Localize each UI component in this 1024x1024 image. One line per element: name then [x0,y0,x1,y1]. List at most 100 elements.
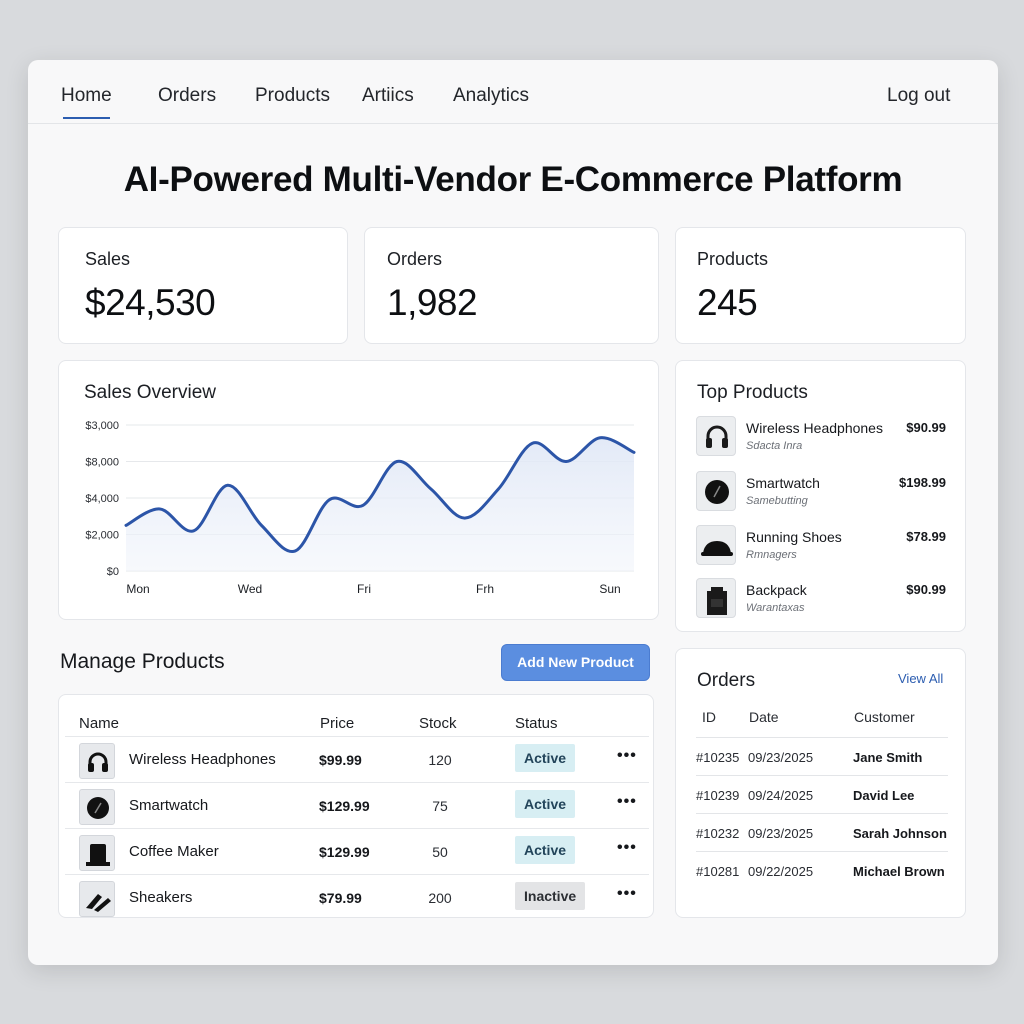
table-row[interactable]: Wireless Headphones $99.99 120 Active ••… [65,736,649,782]
more-options-icon[interactable]: ••• [617,747,637,765]
status-badge: Active [515,790,576,818]
order-date: 09/23/2025 [748,750,814,765]
x-axis: Mon Wed Fri Frh Sun [126,582,620,596]
more-options-icon[interactable]: ••• [617,839,637,857]
product-price: $129.99 [319,844,370,860]
y-tick-label: $4,000 [85,493,119,505]
column-header-name: Name [79,715,120,732]
order-customer: Jane Smith [853,750,923,765]
x-tick-label: Frh [476,582,494,596]
more-options-icon[interactable]: ••• [617,793,637,811]
order-customer: David Lee [853,788,915,803]
top-product-item[interactable]: Wireless Headphones Sdacta Inra $90.99 [696,416,946,460]
column-header-stock: Stock [419,715,457,732]
column-header-price: Price [320,715,355,732]
product-subtitle: Sdacta Inra [746,440,803,452]
product-name: Sheakers [129,889,193,906]
status-badge: Active [515,744,576,772]
sneaker-icon [79,881,115,917]
top-nav: Home Orders Products Artiics Analytics L… [28,60,998,124]
nav-analytics[interactable]: Analytics [453,85,529,107]
y-tick-label: $8,000 [85,457,119,469]
product-subtitle: Rmnagers [746,549,797,561]
y-tick-label: $3,000 [85,420,119,432]
nav-orders[interactable]: Orders [158,85,216,107]
table-row[interactable]: Sheakers $79.99 200 Inactive ••• [65,874,649,920]
order-date: 09/24/2025 [748,788,814,803]
table-row[interactable]: Coffee Maker $129.99 50 Active ••• [65,828,649,874]
x-tick-label: Wed [238,582,262,596]
watch-icon [696,471,736,511]
order-date: 09/22/2025 [748,864,814,879]
order-row[interactable]: #10235 09/23/2025 Jane Smith [696,737,948,775]
kpi-value: 245 [697,282,758,323]
y-tick-label: $2,000 [85,530,119,542]
product-subtitle: Samebutting [746,495,808,507]
column-header-status: Status [515,715,558,732]
order-date: 09/23/2025 [748,826,814,841]
order-row[interactable]: #10239 09/24/2025 David Lee [696,775,948,813]
top-product-item[interactable]: Backpack Warantaxas $90.99 [696,578,946,622]
column-header-id: ID [702,709,716,725]
kpi-label: Sales [85,249,131,269]
backpack-icon [696,578,736,618]
order-customer: Sarah Johnson [853,826,947,841]
table-row[interactable]: Smartwatch $129.99 75 Active ••• [65,782,649,828]
status-badge: Inactive [515,882,586,910]
top-products-title: Top Products [697,382,808,403]
nav-home[interactable]: Home [61,85,112,119]
status-badge: Active [515,836,576,864]
y-axis: $3,000 $8,000 $4,000 $2,000 $0 [85,420,119,578]
product-price: $78.99 [906,529,946,544]
order-id: #10281 [696,864,740,879]
more-options-icon[interactable]: ••• [617,885,637,903]
product-name: Smartwatch [129,797,209,814]
kpi-card-products: Products 245 [675,227,966,344]
product-price: $129.99 [319,798,370,814]
kpi-value: 1,982 [387,282,478,323]
product-subtitle: Warantaxas [746,602,805,614]
watch-icon [79,789,115,825]
headphones-icon [696,416,736,456]
x-tick-label: Mon [126,582,149,596]
orders-title: Orders [697,670,756,691]
add-new-product-button[interactable]: Add New Product [501,644,650,681]
column-header-customer: Customer [854,709,915,725]
order-id: #10235 [696,750,740,765]
y-tick-label: $0 [107,566,119,578]
headphones-icon [79,743,115,779]
nav-products[interactable]: Products [255,85,330,107]
coffee-maker-icon [79,835,115,871]
x-tick-label: Sun [599,582,620,596]
top-products-card: Top Products Wireless Headphones Sdacta … [675,360,966,632]
product-name: Backpack [746,582,807,598]
product-price: $90.99 [906,582,946,597]
order-row[interactable]: #10232 09/23/2025 Sarah Johnson [696,813,948,851]
product-name: Wireless Headphones [129,751,276,768]
orders-card: Orders View All ID Date Customer #10235 … [675,648,966,918]
logout-link[interactable]: Log out [887,85,950,107]
product-price: $99.99 [319,752,362,768]
page-title: AI-Powered Multi-Vendor E-Commerce Platf… [123,160,903,199]
product-stock: 200 [428,890,452,906]
kpi-card-orders: Orders 1,982 [364,227,659,344]
top-product-item[interactable]: Smartwatch Samebutting $198.99 [696,471,946,515]
column-header-date: Date [749,709,779,725]
product-name: Coffee Maker [129,843,219,860]
kpi-label: Orders [387,249,443,269]
kpi-card-sales: Sales $24,530 [58,227,348,344]
sales-chart: $3,000 $8,000 $4,000 $2,000 $0 Mon Wed Fri Frh S… [85,420,636,596]
products-table: Name Price Stock Status Wireless Headpho… [58,694,654,918]
product-name: Running Shoes [746,529,842,545]
product-price: $79.99 [319,890,362,906]
sales-overview-card: Sales Overview $3,000 $8,000 $4,000 $2,000 $… [58,360,659,620]
order-row[interactable]: #10281 09/22/2025 Michael Brown [696,851,948,889]
top-product-item[interactable]: Running Shoes Rmnagers $78.99 [696,525,946,569]
nav-articles[interactable]: Artiics [362,85,414,107]
view-all-link[interactable]: View All [898,671,943,686]
order-id: #10232 [696,826,740,841]
product-name: Wireless Headphones [746,420,883,436]
order-customer: Michael Brown [853,864,945,879]
product-price: $198.99 [899,475,946,490]
manage-products-title: Manage Products [60,650,225,673]
